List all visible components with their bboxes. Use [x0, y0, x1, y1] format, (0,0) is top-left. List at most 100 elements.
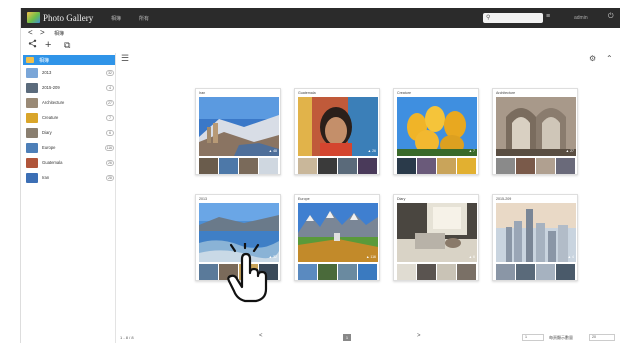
- filter-icon[interactable]: ≡: [546, 13, 550, 20]
- user-name[interactable]: admin: [574, 15, 588, 21]
- thumbnail: [338, 158, 357, 174]
- per-page-select[interactable]: 20: [589, 334, 615, 341]
- album-count-badge: 116: [104, 145, 114, 151]
- forward-button[interactable]: >: [40, 28, 45, 38]
- collapse-icon[interactable]: ⌃: [606, 54, 613, 63]
- breadcrumb[interactable]: 相簿: [54, 30, 64, 37]
- thumbnail: [496, 158, 515, 174]
- photo-gallery-logo-icon: [27, 12, 40, 23]
- album-grid-area: ☰ ⚙ ⌃ Iran ▲ 48 Guatemala ▲ 26 Creature …: [117, 53, 620, 333]
- per-page-label: 每頁顯示數量: [549, 335, 573, 340]
- thumbnail: [219, 158, 238, 174]
- thumbnail: [298, 264, 317, 280]
- album-cover: [496, 203, 576, 262]
- thumbnail: [496, 264, 515, 280]
- album-name: Europe: [42, 145, 56, 150]
- album-thumbnails: [496, 158, 576, 174]
- sidebar-album-item[interactable]: Europe 116: [24, 142, 116, 156]
- content-header: ☰ ⚙ ⌃: [117, 53, 620, 65]
- album-thumbnails: [199, 158, 279, 174]
- album-count-badge: 7: [106, 115, 114, 121]
- thumbnail: [358, 264, 377, 280]
- album-thumbnail: [26, 173, 38, 183]
- album-title: Diary: [397, 197, 406, 201]
- back-button[interactable]: <: [28, 28, 33, 38]
- album-title: 2015-209: [496, 197, 512, 201]
- album-thumbnail: [26, 113, 38, 123]
- page-select[interactable]: 1: [522, 334, 544, 341]
- album-card-2015-209[interactable]: 2015-209 ▲ 4: [492, 194, 578, 281]
- album-title: Guatemala: [298, 91, 316, 95]
- album-card-diary[interactable]: Diary ▲ 6: [393, 194, 479, 281]
- album-cover: [298, 97, 378, 156]
- album-card-architecture[interactable]: Architecture ▲ 27: [492, 88, 578, 175]
- album-cover: [496, 97, 576, 156]
- sidebar-album-item[interactable]: Architecture 27: [24, 97, 116, 111]
- album-count-badge: 27: [106, 100, 114, 106]
- settings-icon[interactable]: ⚙: [589, 54, 596, 63]
- prev-page-button[interactable]: <: [259, 333, 263, 339]
- album-thumbnail: [26, 68, 38, 78]
- thumbnail: [318, 158, 337, 174]
- tab-all[interactable]: 所有: [139, 15, 149, 22]
- album-thumbnail: [26, 128, 38, 138]
- thumbnail: [536, 158, 555, 174]
- album-card-creature[interactable]: Creature ▲ 7: [393, 88, 479, 175]
- thumbnail: [516, 264, 535, 280]
- sidebar-album-item[interactable]: 2015-209 4: [24, 82, 116, 96]
- thumbnail: [199, 264, 218, 280]
- next-page-button[interactable]: >: [417, 333, 421, 339]
- search-input[interactable]: ⚲: [483, 13, 543, 23]
- thumbnail: [457, 264, 476, 280]
- album-thumbnail: [26, 158, 38, 168]
- sidebar-album-item[interactable]: Iran 28: [24, 172, 116, 186]
- album-thumbnail: [26, 83, 38, 93]
- copy-button[interactable]: ⧉: [64, 39, 70, 51]
- album-cover: [397, 97, 477, 156]
- thumbnail: [397, 158, 416, 174]
- album-cover: [199, 97, 279, 156]
- album-card-europe[interactable]: Europe ▲ 116: [294, 194, 380, 281]
- sidebar-album-item[interactable]: Creature 7: [24, 112, 116, 126]
- share-icon: [28, 39, 37, 48]
- album-title: Iran: [199, 91, 206, 95]
- top-bar: Photo Gallery 相簿 所有 ⚲ ≡ admin ⏻: [21, 8, 620, 28]
- album-icon: [26, 57, 34, 63]
- album-card-iran[interactable]: Iran ▲ 48: [195, 88, 281, 175]
- thumbnail: [417, 264, 436, 280]
- album-title: 2013: [199, 197, 207, 201]
- album-cover: [298, 203, 378, 262]
- album-name: Creature: [42, 115, 59, 120]
- toolbar: + ⧉: [21, 39, 620, 52]
- current-page[interactable]: 1: [343, 334, 351, 341]
- album-count-badge: 32: [106, 70, 114, 76]
- album-thumbnail: [26, 143, 38, 153]
- sidebar-album-item[interactable]: 2013 32: [24, 67, 116, 81]
- power-icon[interactable]: ⏻: [608, 13, 614, 21]
- album-cover: [397, 203, 477, 262]
- album-thumbnails: [397, 158, 477, 174]
- thumbnail: [318, 264, 337, 280]
- sidebar-album-item[interactable]: Diary 6: [24, 127, 116, 141]
- album-title: Creature: [397, 91, 411, 95]
- album-name: 2015-209: [42, 85, 60, 90]
- sidebar-item-albums[interactable]: 相簿: [23, 55, 115, 65]
- thumbnail: [516, 158, 535, 174]
- thumbnail: [437, 158, 456, 174]
- add-button[interactable]: +: [45, 39, 51, 51]
- album-sidebar: 相簿 2013 32 2015-209 4 Architecture 27 Creature…: [21, 53, 116, 343]
- album-card-guatemala[interactable]: Guatemala ▲ 26: [294, 88, 380, 175]
- pagination-bar: 1 - 8 / 8 < 1 > 1 每頁顯示數量 20: [117, 333, 620, 343]
- tab-albums[interactable]: 相簿: [111, 15, 121, 22]
- thumbnail: [417, 158, 436, 174]
- thumbnail: [437, 264, 456, 280]
- album-count-badge: 6: [106, 130, 114, 136]
- item-range: 1 - 8 / 8: [120, 335, 134, 340]
- app-title: Photo Gallery: [43, 13, 94, 23]
- sidebar-album-item[interactable]: Guatemala 26: [24, 157, 116, 171]
- menu-icon[interactable]: ☰: [121, 53, 129, 64]
- thumbnail: [199, 158, 218, 174]
- share-button[interactable]: [28, 39, 37, 51]
- thumbnail: [556, 158, 575, 174]
- thumbnail: [457, 158, 476, 174]
